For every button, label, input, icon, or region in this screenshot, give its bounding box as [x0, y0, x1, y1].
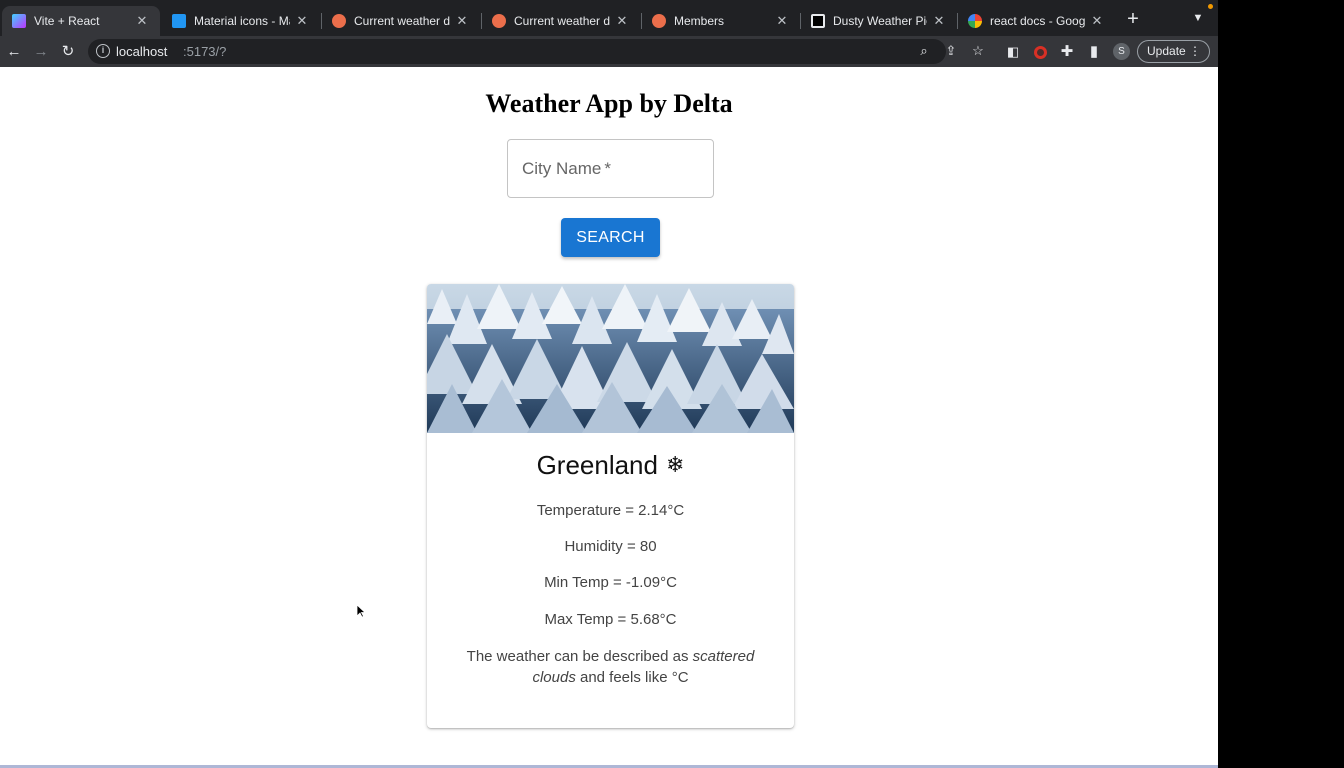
- mui-icon: [172, 14, 186, 28]
- city-name: Greenland: [536, 450, 658, 480]
- address-bar[interactable]: i localhost :5173/? ⌕ ⇪ ☆: [88, 39, 984, 64]
- city-name-input[interactable]: City Name *: [507, 139, 714, 198]
- update-button[interactable]: Update ⋮: [1137, 40, 1210, 63]
- tab-title: Material icons - Mate: [194, 14, 290, 28]
- tab-dusty-weather[interactable]: Dusty Weather Pictur ✕: [801, 6, 957, 36]
- close-icon[interactable]: ✕: [614, 13, 630, 29]
- unsplash-icon: [811, 14, 825, 28]
- tab-search-chevron-icon[interactable]: ▼: [1191, 12, 1205, 26]
- required-marker: *: [604, 159, 611, 178]
- tab-strip: Vite + React ✕ Material icons - Mate ✕ C…: [0, 0, 1218, 36]
- url-path: :5173/?: [183, 44, 227, 59]
- close-icon[interactable]: ✕: [454, 13, 470, 29]
- min-temp-text: Min Temp = -1.09°C: [544, 574, 677, 591]
- description-prefix: The weather can be described as: [466, 648, 693, 665]
- tab-current-weather-2[interactable]: Current weather data ✕: [482, 6, 640, 36]
- update-indicator-dot: [1208, 4, 1213, 9]
- url-host: localhost: [116, 44, 168, 59]
- google-icon: [968, 14, 982, 28]
- close-icon[interactable]: ✕: [294, 13, 310, 29]
- bookmark-star-icon[interactable]: ☆: [969, 42, 987, 60]
- mouse-cursor-icon: [356, 604, 366, 618]
- vite-icon: [12, 14, 26, 28]
- update-label: Update: [1147, 44, 1186, 58]
- tab-title: react docs - Google: [990, 14, 1085, 28]
- back-button[interactable]: ←: [4, 42, 24, 62]
- search-button[interactable]: SEARCH: [561, 218, 660, 257]
- max-temp-text: Max Temp = 5.68°C: [544, 611, 677, 628]
- description-suffix: and feels like °C: [575, 669, 689, 686]
- side-panel-icon[interactable]: ▮: [1084, 42, 1104, 62]
- reload-button[interactable]: ↻: [58, 42, 78, 62]
- zoom-icon[interactable]: ⌕: [915, 42, 933, 60]
- new-tab-button[interactable]: +: [1123, 9, 1143, 29]
- close-icon[interactable]: ✕: [134, 13, 150, 29]
- close-icon[interactable]: ✕: [774, 13, 790, 29]
- tab-title: Current weather data: [354, 14, 450, 28]
- weather-card: Greenland ❄ Temperature = 2.14°C Humidity…: [427, 284, 794, 728]
- tab-members[interactable]: Members ✕: [642, 6, 800, 36]
- openweather-icon: [652, 14, 666, 28]
- more-vert-icon[interactable]: ⋮: [1189, 41, 1201, 62]
- avatar[interactable]: S: [1113, 43, 1130, 60]
- forward-button[interactable]: →: [31, 42, 51, 62]
- openweather-icon: [492, 14, 506, 28]
- puzzle-extensions-icon[interactable]: ✚: [1057, 42, 1077, 62]
- tab-vite-react[interactable]: Vite + React ✕: [2, 6, 160, 36]
- browser-window: Vite + React ✕ Material icons - Mate ✕ C…: [0, 0, 1218, 768]
- page-content: Weather App by Delta City Name* SEARCH: [0, 67, 1218, 768]
- extension-icon[interactable]: ◧: [1003, 42, 1023, 62]
- info-icon[interactable]: i: [96, 44, 110, 58]
- tab-react-docs-google[interactable]: react docs - Google ✕: [958, 6, 1115, 36]
- browser-toolbar: ← → ↻ i localhost :5173/? ⌕ ⇪ ☆ ◧ ✚ ▮ S …: [0, 36, 1218, 67]
- weather-description: The weather can be described as scattere…: [457, 646, 764, 688]
- share-icon[interactable]: ⇪: [942, 42, 960, 60]
- record-extension-icon[interactable]: [1030, 42, 1050, 62]
- humidity-text: Humidity = 80: [564, 538, 657, 555]
- tab-title: Vite + React: [34, 14, 100, 28]
- city-heading: Greenland ❄: [427, 450, 794, 481]
- snowflake-icon: ❄: [665, 452, 685, 477]
- page-title: Weather App by Delta: [485, 89, 733, 118]
- city-name-label: City Name *: [522, 159, 611, 179]
- openweather-icon: [332, 14, 346, 28]
- weather-image: [427, 284, 794, 433]
- tab-title: Members: [674, 14, 725, 28]
- tab-current-weather-1[interactable]: Current weather data ✕: [322, 6, 480, 36]
- temperature-text: Temperature = 2.14°C: [536, 502, 685, 519]
- tab-material-icons[interactable]: Material icons - Mate ✕: [162, 6, 320, 36]
- city-name-label-text: City Name: [522, 159, 602, 178]
- tab-title: Dusty Weather Pictur: [833, 14, 927, 28]
- close-icon[interactable]: ✕: [1089, 13, 1105, 29]
- tab-title: Current weather data: [514, 14, 610, 28]
- close-icon[interactable]: ✕: [931, 13, 947, 29]
